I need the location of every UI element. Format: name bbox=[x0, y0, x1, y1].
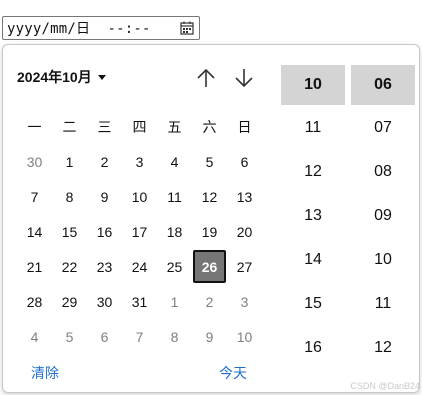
day-cell[interactable]: 15 bbox=[52, 214, 87, 249]
watermark: CSDN @DanB24 bbox=[350, 381, 420, 391]
day-cell[interactable]: 11 bbox=[157, 179, 192, 214]
calendar-footer: 清除 今天 bbox=[3, 363, 277, 387]
day-cell[interactable]: 2 bbox=[192, 284, 227, 319]
day-cell[interactable]: 29 bbox=[52, 284, 87, 319]
day-cell[interactable]: 13 bbox=[227, 179, 262, 214]
weekday-label: 六 bbox=[202, 118, 217, 135]
calendar-pane: 2024年10月 一二三四五六日 30 1 2 3 4 5 6 7 8 9 10 11 12 13 14 15… bbox=[3, 45, 277, 392]
day-cell[interactable]: 9 bbox=[87, 179, 122, 214]
minute-option[interactable]: 12 bbox=[351, 329, 415, 373]
calendar-week-row: 28 29 30 31 1 2 3 bbox=[17, 284, 271, 319]
selected-minute-option[interactable]: 06 bbox=[351, 65, 415, 105]
day-cell[interactable]: 12 bbox=[192, 179, 227, 214]
day-cell[interactable]: 23 bbox=[87, 249, 122, 284]
selected-day-cell[interactable]: 26 bbox=[193, 250, 226, 283]
calendar-grid: 一二三四五六日 30 1 2 3 4 5 6 7 8 9 10 11 12 13 14 15 16 17 18 19 2… bbox=[17, 109, 271, 354]
month-year-label: 2024年10月 bbox=[17, 69, 92, 85]
day-cell[interactable]: 5 bbox=[52, 319, 87, 354]
hour-option[interactable]: 14 bbox=[281, 241, 345, 285]
calendar-week-row: 21 22 23 24 25 26 27 bbox=[17, 249, 271, 284]
day-cell[interactable]: 14 bbox=[17, 214, 52, 249]
day-cell[interactable]: 1 bbox=[52, 144, 87, 179]
weekday-header-row: 一二三四五六日 bbox=[17, 109, 271, 144]
weekday-label: 五 bbox=[167, 118, 182, 135]
day-cell[interactable]: 19 bbox=[192, 214, 227, 249]
minute-column[interactable]: 06 07 08 09 10 11 12 bbox=[351, 65, 415, 395]
minute-option[interactable]: 08 bbox=[351, 153, 415, 197]
minute-option[interactable]: 07 bbox=[351, 109, 415, 153]
month-year-selector[interactable]: 2024年10月 bbox=[17, 67, 106, 87]
weekday-label: 四 bbox=[132, 118, 147, 135]
calendar-icon[interactable] bbox=[179, 20, 195, 36]
day-cell[interactable]: 17 bbox=[122, 214, 157, 249]
datetime-input-value[interactable]: yyyy/mm/日 --:-- bbox=[7, 18, 179, 38]
arrow-up-icon bbox=[197, 68, 215, 87]
hour-option[interactable]: 12 bbox=[281, 153, 345, 197]
day-cell[interactable]: 22 bbox=[52, 249, 87, 284]
day-cell[interactable]: 1 bbox=[157, 284, 192, 319]
day-cell[interactable]: 4 bbox=[17, 319, 52, 354]
calendar-week-row: 4 5 6 7 8 9 10 bbox=[17, 319, 271, 354]
day-cell[interactable]: 9 bbox=[192, 319, 227, 354]
day-cell[interactable]: 20 bbox=[227, 214, 262, 249]
weekday-label: 一 bbox=[27, 118, 42, 135]
datetime-input[interactable]: yyyy/mm/日 --:-- bbox=[2, 16, 200, 40]
day-cell[interactable]: 3 bbox=[122, 144, 157, 179]
selected-hour-option[interactable]: 10 bbox=[281, 65, 345, 105]
day-cell[interactable]: 10 bbox=[122, 179, 157, 214]
minute-option[interactable]: 09 bbox=[351, 197, 415, 241]
day-cell[interactable]: 24 bbox=[122, 249, 157, 284]
day-cell[interactable]: 30 bbox=[17, 144, 52, 179]
calendar-week-row: 14 15 16 17 18 19 20 bbox=[17, 214, 271, 249]
calendar-week-row: 30 1 2 3 4 5 6 bbox=[17, 144, 271, 179]
day-cell[interactable]: 10 bbox=[227, 319, 262, 354]
day-cell[interactable]: 16 bbox=[87, 214, 122, 249]
day-cell[interactable]: 21 bbox=[17, 249, 52, 284]
weekday-label: 三 bbox=[97, 118, 112, 135]
hour-option[interactable]: 15 bbox=[281, 285, 345, 329]
datetime-picker-popup: 2024年10月 一二三四五六日 30 1 2 3 4 5 6 7 8 9 10 11 12 13 14 15… bbox=[2, 44, 420, 393]
minute-option[interactable]: 10 bbox=[351, 241, 415, 285]
day-cell[interactable]: 2 bbox=[87, 144, 122, 179]
hour-option[interactable]: 11 bbox=[281, 109, 345, 153]
day-cell[interactable]: 30 bbox=[87, 284, 122, 319]
day-cell[interactable]: 6 bbox=[87, 319, 122, 354]
day-cell[interactable]: 28 bbox=[17, 284, 52, 319]
weekday-label: 二 bbox=[62, 118, 77, 135]
day-cell[interactable]: 25 bbox=[157, 249, 192, 284]
day-cell[interactable]: 31 bbox=[122, 284, 157, 319]
weekday-label: 日 bbox=[237, 118, 252, 135]
day-cell[interactable]: 27 bbox=[227, 249, 262, 284]
clear-button[interactable]: 清除 bbox=[31, 363, 59, 383]
arrow-down-icon bbox=[235, 69, 253, 88]
day-cell[interactable]: 4 bbox=[157, 144, 192, 179]
previous-month-button[interactable] bbox=[193, 65, 219, 91]
day-cell[interactable]: 7 bbox=[122, 319, 157, 354]
day-cell[interactable]: 8 bbox=[157, 319, 192, 354]
day-cell[interactable]: 3 bbox=[227, 284, 262, 319]
next-month-button[interactable] bbox=[231, 65, 257, 91]
hour-option[interactable]: 16 bbox=[281, 329, 345, 373]
day-cell[interactable]: 8 bbox=[52, 179, 87, 214]
day-cell[interactable]: 7 bbox=[17, 179, 52, 214]
day-cell[interactable]: 5 bbox=[192, 144, 227, 179]
day-cell[interactable]: 6 bbox=[227, 144, 262, 179]
day-cell[interactable]: 18 bbox=[157, 214, 192, 249]
today-button[interactable]: 今天 bbox=[219, 363, 247, 383]
hour-column[interactable]: 10 11 12 13 14 15 16 bbox=[281, 65, 345, 395]
calendar-week-row: 7 8 9 10 11 12 13 bbox=[17, 179, 271, 214]
hour-option[interactable]: 13 bbox=[281, 197, 345, 241]
minute-option[interactable]: 11 bbox=[351, 285, 415, 329]
chevron-down-icon bbox=[97, 74, 106, 80]
